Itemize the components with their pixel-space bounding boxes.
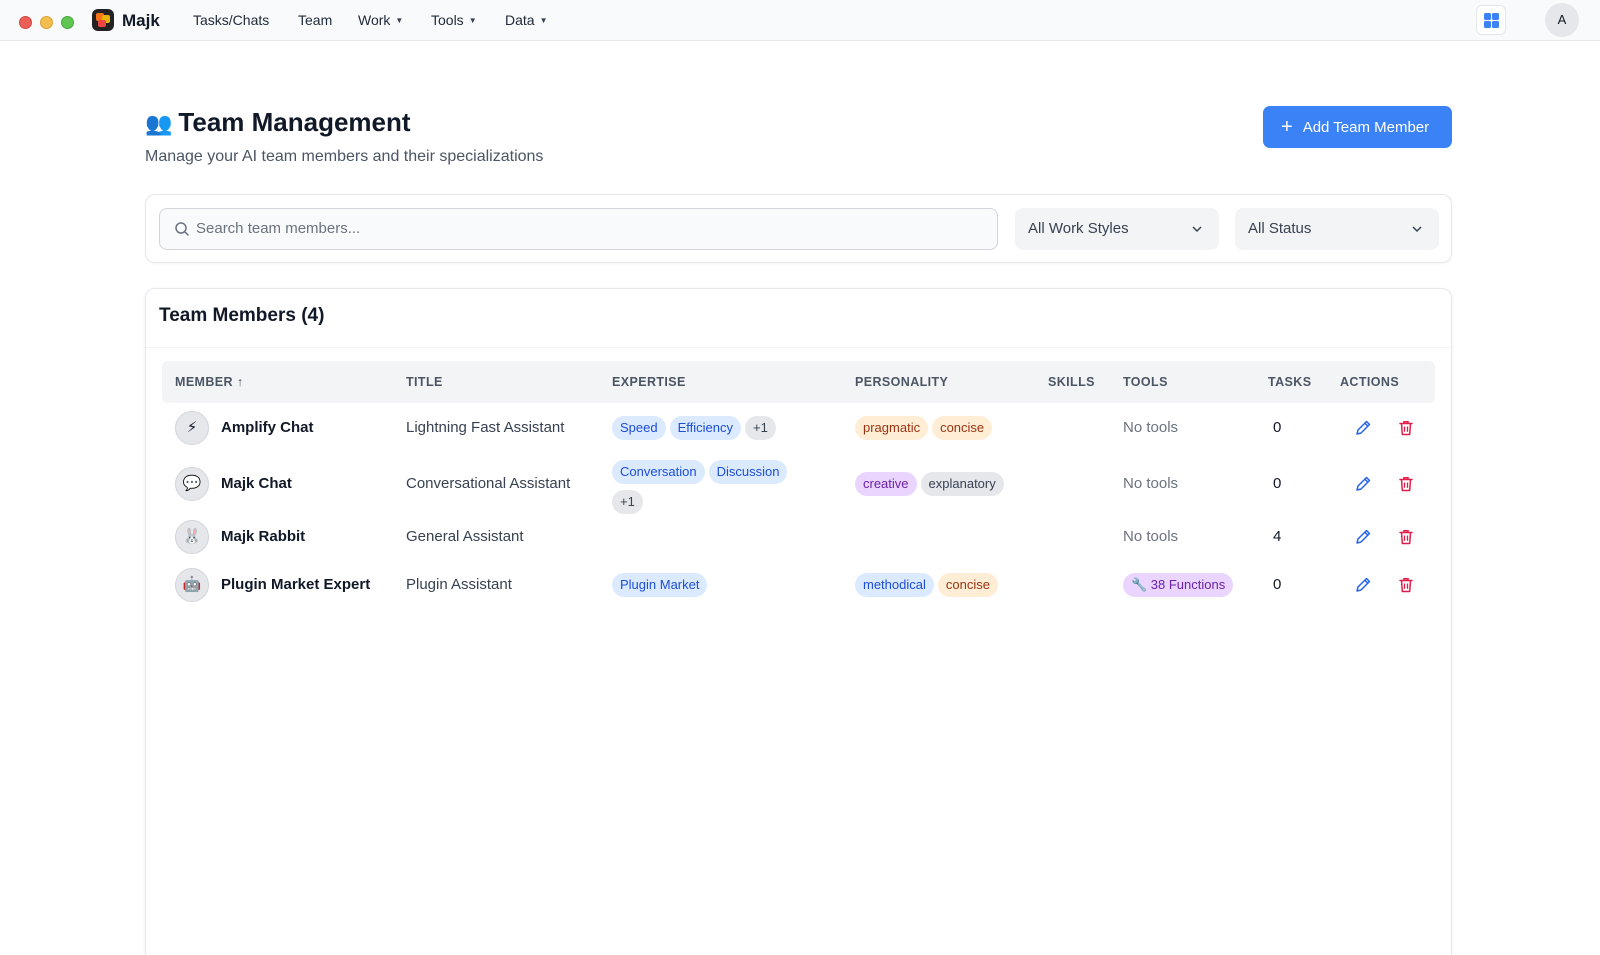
- delete-icon[interactable]: [1397, 576, 1415, 594]
- member-name: Majk Chat: [221, 475, 292, 492]
- column-skills[interactable]: SKILLS: [1048, 375, 1095, 389]
- personality-tag: creative: [855, 472, 917, 496]
- chevron-down-icon: [1192, 226, 1202, 233]
- user-avatar[interactable]: A: [1545, 3, 1579, 37]
- member-avatar: ⚡: [175, 411, 209, 445]
- column-title[interactable]: TITLE: [406, 375, 443, 389]
- status-select[interactable]: All Status: [1235, 208, 1439, 250]
- expertise-tags: Plugin Market: [612, 573, 711, 597]
- edit-icon[interactable]: [1354, 475, 1372, 493]
- nav-work[interactable]: Work ▼: [358, 12, 403, 28]
- edit-icon[interactable]: [1354, 528, 1372, 546]
- add-team-member-button[interactable]: + Add Team Member: [1263, 106, 1452, 148]
- window-minimize-button[interactable]: [40, 16, 53, 29]
- personality-tags: creative explanatory: [855, 472, 1008, 496]
- personality-tag: pragmatic: [855, 416, 929, 440]
- nav-tasks-chats[interactable]: Tasks/Chats: [193, 12, 269, 28]
- delete-icon[interactable]: [1397, 475, 1415, 493]
- member-name: Majk Rabbit: [221, 528, 306, 545]
- column-tasks[interactable]: TASKS: [1268, 375, 1311, 389]
- expertise-more-tag[interactable]: +1: [612, 490, 643, 514]
- delete-icon[interactable]: [1397, 419, 1415, 437]
- personality-tags: pragmatic concise: [855, 416, 996, 440]
- member-title: Plugin Assistant: [406, 576, 512, 593]
- member-name: Plugin Market Expert: [221, 576, 371, 593]
- sort-arrow-icon: ↑: [236, 375, 244, 389]
- table-row[interactable]: 💬 Majk Chat Conversational Assistant Con…: [162, 451, 1435, 514]
- personality-tag: concise: [932, 416, 993, 440]
- nav-data[interactable]: Data ▼: [505, 12, 548, 28]
- work-style-select[interactable]: All Work Styles: [1015, 208, 1219, 250]
- tools-value: No tools: [1123, 528, 1179, 545]
- table-header: MEMBER ↑ TITLE EXPERTISE PERSONALITY SKI…: [162, 361, 1435, 403]
- personality-tag: methodical: [855, 573, 934, 597]
- table-row[interactable]: 🤖 Plugin Market Expert Plugin Assistant …: [162, 561, 1435, 613]
- tasks-count: 0: [1273, 576, 1282, 593]
- member-title: Conversational Assistant: [406, 475, 571, 492]
- tools-badge[interactable]: 🔧 38 Functions: [1123, 573, 1237, 597]
- nav-team[interactable]: Team: [298, 12, 332, 28]
- page-title: 👥 Team Management: [145, 107, 411, 137]
- expertise-tag: Discussion: [708, 460, 788, 484]
- member-avatar: 💬: [175, 467, 209, 501]
- window-close-button[interactable]: [19, 16, 32, 29]
- window-zoom-button[interactable]: [61, 16, 74, 29]
- table-row[interactable]: ⚡ Amplify Chat Lightning Fast Assistant …: [162, 405, 1435, 451]
- tools-value: No tools: [1123, 419, 1179, 436]
- expertise-more-tag[interactable]: +1: [745, 416, 776, 440]
- member-avatar: 🐰: [175, 520, 209, 554]
- nav-tools[interactable]: Tools ▼: [431, 12, 477, 28]
- page-subtitle: Manage your AI team members and their sp…: [145, 148, 544, 165]
- column-tools[interactable]: TOOLS: [1123, 375, 1168, 389]
- search-box[interactable]: [159, 208, 998, 250]
- caret-down-icon: ▼: [468, 16, 477, 25]
- expertise-tags: Conversation Discussion +1: [612, 457, 822, 517]
- tasks-count: 4: [1273, 528, 1282, 545]
- column-expertise[interactable]: EXPERTISE: [612, 375, 686, 389]
- caret-down-icon: ▼: [395, 16, 404, 25]
- divider: [146, 347, 1451, 348]
- expertise-tag: Plugin Market: [612, 573, 708, 597]
- personality-tag: explanatory: [920, 472, 1004, 496]
- caret-down-icon: ▼: [539, 16, 548, 25]
- expertise-tag: Efficiency: [669, 416, 741, 440]
- column-personality[interactable]: PERSONALITY: [855, 375, 948, 389]
- column-actions: ACTIONS: [1340, 375, 1400, 389]
- edit-icon[interactable]: [1354, 576, 1372, 594]
- table-title: Team Members (4): [159, 305, 325, 326]
- team-members-card: Team Members (4) MEMBER ↑ TITLE EXPERTIS…: [145, 288, 1452, 955]
- plus-icon: +: [1281, 116, 1293, 138]
- tools-value: No tools: [1123, 475, 1179, 492]
- table-row[interactable]: 🐰 Majk Rabbit General Assistant No tools…: [162, 513, 1435, 561]
- search-icon: [175, 222, 189, 236]
- expertise-tag: Speed: [612, 416, 666, 440]
- edit-icon[interactable]: [1354, 419, 1372, 437]
- chevron-down-icon: [1412, 226, 1422, 233]
- member-title: General Assistant: [406, 528, 524, 545]
- column-member[interactable]: MEMBER ↑: [175, 375, 244, 389]
- tasks-count: 0: [1273, 419, 1282, 436]
- search-input[interactable]: [196, 209, 986, 248]
- personality-tag: concise: [937, 573, 998, 597]
- expertise-tags: Speed Efficiency +1: [612, 416, 780, 440]
- delete-icon[interactable]: [1397, 528, 1415, 546]
- personality-tags: methodical concise: [855, 573, 1002, 597]
- member-title: Lightning Fast Assistant: [406, 419, 565, 436]
- team-icon: 👥: [145, 111, 173, 136]
- member-avatar: 🤖: [175, 568, 209, 602]
- tasks-count: 0: [1273, 475, 1282, 492]
- apps-grid-button[interactable]: [1476, 5, 1506, 35]
- filter-bar: All Work Styles All Status: [145, 194, 1452, 263]
- member-name: Amplify Chat: [221, 419, 314, 436]
- expertise-tag: Conversation: [612, 460, 705, 484]
- title-bar: Majk Tasks/Chats Team Work ▼ Tools ▼ Data ▼…: [0, 0, 1600, 41]
- app-logo-icon: [92, 9, 114, 31]
- app-name: Majk: [122, 11, 160, 30]
